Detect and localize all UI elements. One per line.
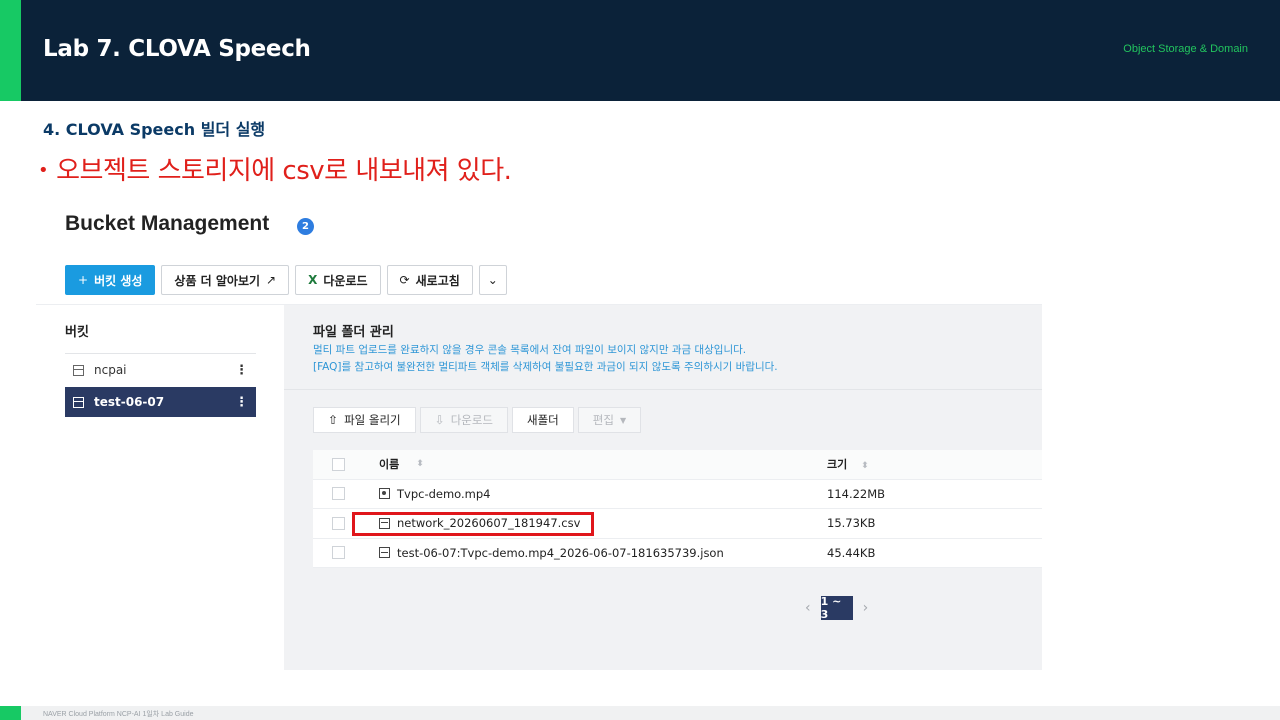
external-link-icon: ↗: [266, 273, 277, 287]
slide-footer: NAVER Cloud Platform NCP-AI 1일차 Lab Guid…: [0, 706, 1280, 720]
refresh-icon: ⟳: [399, 273, 410, 287]
create-bucket-button[interactable]: + 버킷 생성: [65, 265, 156, 295]
sort-icon[interactable]: ⬍: [861, 461, 869, 471]
footer-text: NAVER Cloud Platform NCP-AI 1일차 Lab Guid…: [43, 711, 194, 718]
slide-header: Lab 7. CLOVA Speech Object Storage & Dom…: [0, 0, 1280, 101]
column-header-name[interactable]: 이름 ⬍: [379, 456, 424, 472]
column-header-size[interactable]: 크기 ⬍: [827, 456, 869, 472]
panel-note-2[interactable]: [FAQ]를 참고하여 불완전한 멀티파트 객체를 삭제하여 불필요한 과금이 …: [313, 359, 778, 374]
more-options-button[interactable]: ⌄: [478, 265, 507, 295]
chevron-left-icon[interactable]: ‹: [805, 600, 811, 616]
panel-divider: [284, 389, 1042, 390]
page-title: Bucket Management: [65, 212, 270, 235]
sidebar-divider: [65, 353, 256, 354]
table-row[interactable]: Tvpc-demo.mp4 114.22MB: [313, 480, 1042, 509]
bullet-dot-icon: •: [38, 160, 49, 181]
edit-dropdown[interactable]: 편집 ▼: [577, 407, 642, 433]
table-row[interactable]: test-06-07:Tvpc-demo.mp4_2026-06-07-1816…: [313, 539, 1042, 568]
excel-icon: X: [308, 273, 318, 287]
help-badge[interactable]: 2: [297, 218, 314, 235]
current-page[interactable]: 1 ~ 3: [820, 595, 853, 621]
bucket-toolbar: + 버킷 생성 상품 더 알아보기 ↗ X 다운로드 ⟳ 새로고침 ⌄: [65, 265, 507, 295]
plus-icon: +: [78, 273, 89, 287]
sidebar-item-ncpai[interactable]: ncpai ⋮: [65, 355, 256, 385]
chevron-right-icon[interactable]: ›: [863, 600, 869, 616]
bucket-sidebar: 버킷 ncpai ⋮ test-06-07 ⋮: [36, 304, 284, 670]
file-table: 이름 ⬍ 크기 ⬍ Tvpc-demo.mp4 114.22MB network…: [313, 450, 1042, 568]
file-size: 45.44KB: [827, 545, 876, 560]
learn-more-button[interactable]: 상품 더 알아보기 ↗: [161, 265, 290, 295]
slide-tag: Object Storage & Domain: [1123, 43, 1248, 55]
file-size: 114.22MB: [827, 486, 886, 501]
upload-file-button[interactable]: ⇧ 파일 올리기: [313, 407, 416, 433]
panel-note-1: 멀티 파트 업로드를 완료하지 않을 경우 콘솔 목록에서 잔여 파일이 보이지…: [313, 344, 747, 356]
caret-down-icon: ▼: [619, 415, 627, 425]
sidebar-heading: 버킷: [65, 325, 89, 340]
row-checkbox[interactable]: [332, 546, 345, 560]
bucket-icon: [73, 396, 84, 408]
file-name[interactable]: test-06-07:Tvpc-demo.mp4_2026-06-07-1816…: [397, 546, 724, 560]
file-name[interactable]: Tvpc-demo.mp4: [397, 487, 491, 501]
download-button[interactable]: X 다운로드: [295, 265, 381, 295]
file-toolbar: ⇧ 파일 올리기 ⇩ 다운로드 새폴더 편집 ▼: [313, 407, 642, 433]
row-checkbox[interactable]: [332, 516, 345, 530]
file-download-button[interactable]: ⇩ 다운로드: [419, 407, 509, 433]
row-checkbox[interactable]: [332, 487, 345, 501]
bullet-text: 오브젝트 스토리지에 csv로 내보내져 있다.: [56, 156, 512, 186]
table-header-row: 이름 ⬍ 크기 ⬍: [313, 450, 1042, 480]
bucket-icon: [73, 364, 84, 376]
sort-icon[interactable]: ⬍: [416, 459, 424, 469]
sidebar-item-test-06-07[interactable]: test-06-07 ⋮: [65, 387, 256, 417]
bullet-line: • 오브젝트 스토리지에 csv로 내보내져 있다.: [38, 150, 512, 187]
panel-heading: 파일 폴더 관리: [313, 325, 394, 340]
slide-title: Lab 7. CLOVA Speech: [43, 36, 311, 62]
pagination: ‹ 1 ~ 3 ›: [805, 595, 869, 621]
download-icon: ⇩: [434, 413, 445, 427]
kebab-menu-icon[interactable]: ⋮: [235, 363, 248, 378]
chevron-down-icon: ⌄: [487, 273, 498, 287]
select-all-checkbox[interactable]: [332, 457, 345, 471]
video-file-icon: [379, 488, 390, 500]
document-file-icon: [379, 547, 390, 559]
refresh-button[interactable]: ⟳ 새로고침: [386, 265, 473, 295]
footer-accent-bar: [0, 706, 21, 720]
file-size: 15.73KB: [827, 516, 876, 531]
kebab-menu-icon[interactable]: ⋮: [235, 395, 248, 410]
file-panel: 파일 폴더 관리 멀티 파트 업로드를 완료하지 않을 경우 콘솔 목록에서 잔…: [284, 304, 1042, 670]
new-folder-button[interactable]: 새폴더: [512, 407, 574, 433]
header-accent-bar: [0, 0, 21, 101]
bucket-console: Bucket Management 2 + 버킷 생성 상품 더 알아보기 ↗ …: [36, 200, 1042, 670]
upload-icon: ⇧: [328, 413, 339, 427]
highlight-box: [352, 512, 594, 536]
section-title: 4. CLOVA Speech 빌더 실행: [43, 120, 266, 139]
